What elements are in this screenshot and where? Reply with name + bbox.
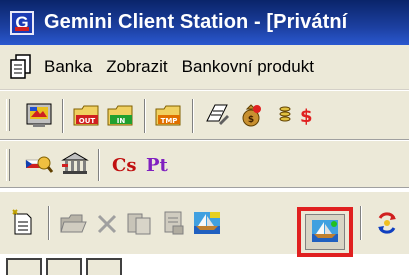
document-icon[interactable]	[8, 53, 34, 81]
out-folder-icon: OUT	[73, 105, 99, 126]
tab-3[interactable]	[86, 258, 122, 275]
toolbar-main: OUT IN TMP $ $	[0, 90, 409, 140]
coins-icon	[279, 106, 291, 122]
coins-button[interactable]	[270, 100, 300, 130]
tmp-folder-icon: TMP	[155, 105, 181, 126]
toolbar-secondary: Cs Pt	[0, 140, 409, 188]
properties-icon	[164, 211, 184, 235]
flag-search-button[interactable]	[24, 149, 54, 179]
cs-button[interactable]: Cs	[108, 149, 138, 179]
dollar-red-icon: $	[300, 106, 312, 127]
svg-text:$: $	[300, 106, 312, 127]
tmp-button[interactable]: TMP	[154, 100, 184, 130]
tab-2[interactable]	[46, 258, 82, 275]
import-screen-icon	[26, 103, 52, 127]
out-button[interactable]: OUT	[72, 100, 102, 130]
open-folder-button[interactable]	[58, 208, 88, 238]
refresh-button[interactable]	[372, 208, 402, 238]
menu-bankovni-produkt[interactable]: Bankovní produkt	[182, 57, 314, 77]
copy-document-button[interactable]	[124, 208, 154, 238]
app-icon-letter: G	[15, 13, 29, 32]
in-text: IN	[117, 117, 126, 125]
open-folder-icon	[60, 214, 87, 233]
sailboat-button[interactable]	[192, 208, 222, 238]
gemini-app-icon[interactable]: G	[10, 10, 34, 35]
pt-button[interactable]: Pt	[142, 149, 172, 179]
bank-building-icon	[61, 152, 89, 174]
money-bag-icon: $	[242, 104, 261, 127]
window-title: Gemini Client Station - [Privátní	[44, 11, 348, 33]
new-document-icon	[12, 209, 32, 235]
delete-button[interactable]	[92, 208, 122, 238]
tab-1[interactable]	[6, 258, 42, 275]
highlight-box	[297, 207, 353, 257]
menu-banka[interactable]: Banka	[44, 57, 92, 77]
menu-bar: Banka Zobrazit Bankovní produkt	[0, 45, 409, 90]
delete-x-icon	[97, 214, 117, 234]
pt-text: Pt	[146, 155, 169, 176]
properties-button[interactable]	[158, 208, 188, 238]
new-document-button[interactable]	[8, 208, 38, 238]
svg-text:$: $	[248, 115, 254, 125]
sailboat-icon	[194, 212, 220, 234]
toolbar-grip[interactable]	[6, 149, 10, 181]
cs-text: Cs	[112, 155, 136, 176]
flag-magnifier-icon	[25, 156, 54, 173]
edit-notebook-button[interactable]	[202, 100, 232, 130]
copy-document-icon	[127, 213, 151, 235]
tmp-text: TMP	[161, 117, 178, 125]
menu-zobrazit[interactable]: Zobrazit	[106, 57, 167, 77]
money-bag-button[interactable]: $	[236, 100, 266, 130]
pt-icon: Pt	[146, 155, 169, 176]
import-screen-button[interactable]	[24, 100, 54, 130]
edit-notebook-icon	[206, 104, 229, 125]
refresh-arrows-icon	[378, 212, 396, 234]
in-folder-icon: IN	[107, 105, 133, 126]
out-text: OUT	[79, 117, 96, 125]
bank-button[interactable]	[60, 149, 90, 179]
title-bar[interactable]: G Gemini Client Station - [Privátní	[0, 0, 409, 45]
in-button[interactable]: IN	[106, 100, 136, 130]
toolbar-grip[interactable]	[6, 99, 10, 131]
currency-button[interactable]: $	[298, 100, 312, 130]
cs-currency-icon: Cs	[112, 155, 136, 176]
